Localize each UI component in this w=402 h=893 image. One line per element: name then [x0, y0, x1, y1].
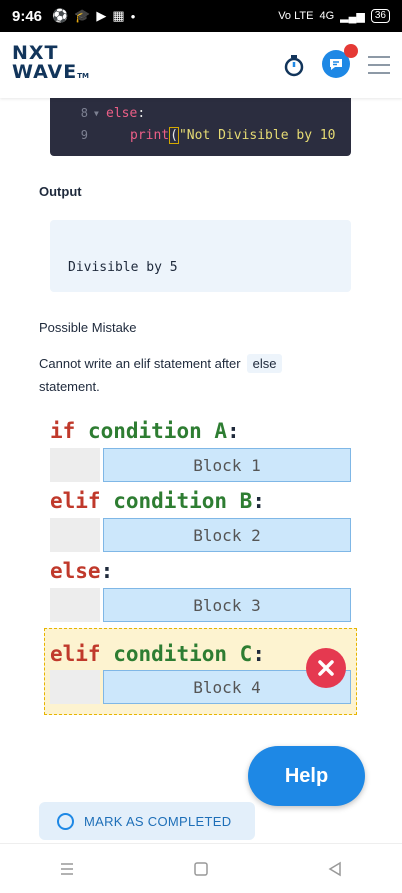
recent-apps-icon: [61, 862, 73, 875]
mistake-text: Cannot write an elif statement after else…: [39, 352, 339, 398]
code-paren: (: [169, 126, 179, 144]
recent-apps-button[interactable]: [37, 862, 97, 876]
system-nav-bar: [0, 843, 402, 893]
header-actions: [282, 44, 390, 80]
back-icon: [328, 861, 341, 876]
mark-as-completed-button[interactable]: MARK AS COMPLETED: [39, 802, 255, 840]
volte-label: Vo LTE: [278, 10, 314, 22]
home-icon: [194, 861, 208, 876]
code-function: print: [130, 127, 170, 143]
indent-block: [50, 518, 100, 552]
back-button[interactable]: [305, 861, 365, 877]
code-block-3: Block 3: [103, 588, 351, 622]
output-title: Output: [39, 184, 82, 199]
code-block-1: Block 1: [103, 448, 351, 482]
soccer-icon: ⚽: [52, 8, 69, 23]
signal-icon: ▂▄▆: [340, 10, 365, 23]
diagram-keyword: if: [50, 419, 76, 443]
diagram-colon: :: [252, 489, 265, 513]
youtube-icon: ▶: [96, 8, 107, 23]
diagram-condition: condition A: [87, 419, 228, 443]
status-app-icons: ⚽ 🎓 ▶ ▦ •: [52, 8, 135, 24]
diagram-line-elif-b: elif condition B:: [50, 489, 265, 513]
mark-as-completed-label: MARK AS COMPLETED: [84, 813, 232, 829]
code-line: 9 print("Not Divisible by 10: [50, 124, 351, 146]
status-time: 9:46: [12, 7, 43, 25]
code-keyword: else: [106, 105, 138, 121]
network-type-label: 4G: [319, 10, 335, 22]
diagram-line-elif-c: elif condition C:: [50, 642, 265, 666]
diagram-keyword: elif: [50, 489, 101, 513]
line-number: 9: [80, 128, 88, 142]
output-box: Divisible by 5: [50, 220, 351, 292]
diagram-colon: :: [227, 419, 240, 443]
inline-code-else: else: [246, 354, 283, 373]
diagram-keyword: else: [50, 559, 101, 583]
news-icon: ▦: [112, 8, 125, 23]
logo-tm: TM: [77, 72, 89, 80]
timer-icon[interactable]: [282, 53, 306, 77]
close-circle-icon: [306, 648, 346, 688]
fold-arrow-icon[interactable]: ▼: [94, 109, 106, 118]
line-number: 8: [80, 106, 88, 120]
notification-badge: [344, 44, 358, 58]
mistake-title: Possible Mistake: [39, 320, 137, 335]
diagram-colon: :: [252, 642, 265, 666]
elif-diagram: if condition A: Block 1 elif condition B…: [42, 415, 362, 725]
status-bar: 9:46 ⚽ 🎓 ▶ ▦ • Vo LTE 4G ▂▄▆ 36: [0, 0, 402, 32]
status-right: Vo LTE 4G ▂▄▆ 36: [278, 9, 390, 23]
diagram-line-if: if condition A:: [50, 419, 240, 443]
diagram-colon: :: [100, 559, 114, 583]
diagram-condition: condition C: [113, 642, 253, 666]
nxtwave-logo[interactable]: NXT WAVETM: [12, 44, 89, 86]
logo-line-2: WAVE: [12, 61, 78, 83]
home-button[interactable]: [171, 861, 231, 876]
help-button[interactable]: Help: [248, 746, 365, 806]
diagram-condition: condition B: [113, 489, 253, 513]
dot-icon: •: [130, 8, 136, 24]
indent-block: [50, 670, 100, 704]
indent-block: [50, 588, 100, 622]
graduation-cap-icon: 🎓: [74, 8, 91, 23]
indent-block: [50, 448, 100, 482]
mistake-text-before: Cannot write an elif statement after: [39, 356, 241, 371]
diagram-keyword: elif: [50, 642, 101, 666]
diagram-line-else: else:: [50, 559, 113, 583]
code-line: 8 ▼ else:: [50, 102, 351, 124]
code-editor: 8 ▼ else: 9 print("Not Divisible by 10: [50, 98, 351, 156]
chat-button[interactable]: [322, 44, 358, 80]
battery-icon: 36: [370, 9, 390, 23]
app-header: NXT WAVETM: [0, 32, 402, 98]
code-block-2: Block 2: [103, 518, 351, 552]
code-string: "Not Divisible by 10: [178, 127, 336, 143]
code-punct: :: [137, 105, 146, 121]
circle-outline-icon: [57, 812, 74, 830]
menu-icon[interactable]: [368, 56, 390, 74]
mistake-text-after: statement.: [39, 379, 100, 394]
